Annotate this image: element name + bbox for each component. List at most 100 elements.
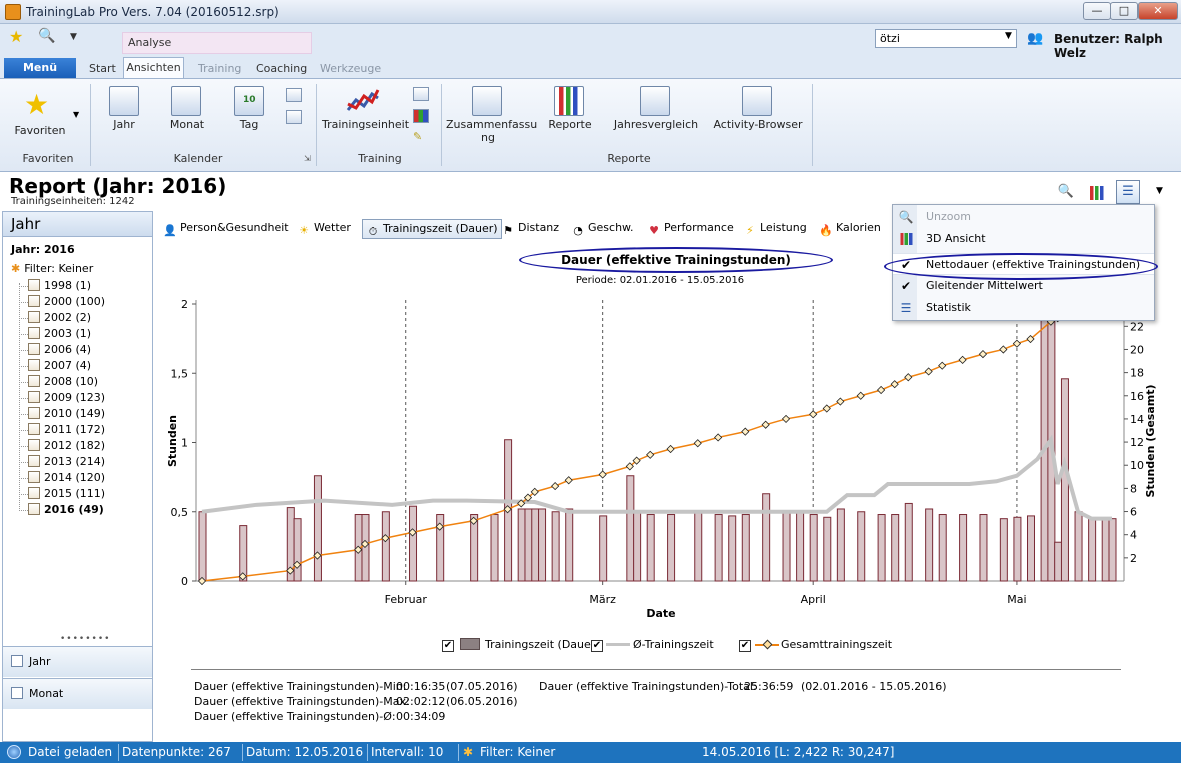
bar [741,514,750,582]
menu-item-3d[interactable]: 3D Ansicht [893,228,1154,250]
bar [239,525,248,582]
menu-item-label: 3D Ansicht [926,232,986,245]
status-filter: Filter: Keiner [480,745,556,759]
total-point [877,385,886,395]
bar [1074,511,1083,582]
bar [626,475,635,582]
y2-tick-label: 4 [1130,529,1137,542]
bar [891,514,900,582]
chart-title: Dauer (effektive Trainingstunden) [519,247,833,273]
y-tick-label: 1 [181,437,188,450]
x-tick-label: April [801,593,826,606]
bar [198,511,207,582]
total-point [666,444,675,454]
status-file: Datei geladen [28,745,113,759]
legend-check-total[interactable]: ✔ [739,638,751,652]
bar [714,514,723,582]
total-point [564,476,573,485]
check-icon: ✔ [591,640,603,652]
bar [728,515,737,582]
legend-check-trainingszeit[interactable]: ✔ [442,638,454,652]
bar [762,493,771,582]
avg-line [201,434,1112,521]
bar [694,511,703,582]
menu-item-statistik[interactable]: ☰ Statistik [893,297,1154,319]
menu-item-label: Statistik [926,301,971,314]
stat-max-value: 02:02:12 [396,695,446,708]
total-point [836,397,845,406]
total-point [938,361,947,370]
filter-icon: ✱ [463,745,474,759]
total-point [646,450,655,459]
status-separator [458,744,459,761]
highlight-ellipse [884,253,1158,280]
bar [633,511,642,582]
check-icon: ✔ [442,640,454,652]
status-separator [242,744,243,761]
status-separator [118,744,119,761]
total-point [822,404,831,413]
bar [782,511,791,582]
stat-total-range: (02.01.2016 - 15.05.2016) [801,680,947,693]
y2-tick-label: 22 [1130,320,1144,333]
y2-tick-label: 20 [1130,343,1144,356]
y2-tick-label: 18 [1130,367,1144,380]
y-tick-label: 1,5 [171,367,189,380]
stats-divider [191,669,1121,670]
menu-item-label: Unzoom [926,210,971,223]
y2-tick-label: 2 [1130,552,1137,565]
y2-tick-label: 12 [1130,436,1144,449]
y2-tick-label: 16 [1130,390,1144,403]
bar [1101,518,1110,582]
stat-avg-value: 00:34:09 [396,710,446,723]
bar [938,514,947,582]
y2-axis-label: Stunden (Gesamt) [1144,384,1157,497]
stat-max-label: Dauer (effektive Trainingstunden)-Max: [194,695,410,708]
total-point [890,380,899,389]
legend-swatch-bar [460,638,480,650]
bar [1108,518,1117,582]
total-point [551,481,560,491]
total-point [1012,339,1022,348]
total-point [761,420,770,429]
legend-swatch-avg [606,643,630,646]
bar [409,505,418,582]
total-point [958,355,967,364]
bar [381,511,390,582]
bar [1088,518,1097,582]
total-point [856,391,865,400]
stat-total-value: 25:36:59 [744,680,794,693]
total-point [693,439,702,448]
stat-min-date: (07.05.2016) [446,680,518,693]
bar [531,508,540,582]
bar [646,514,655,582]
bar [293,518,302,582]
bar [470,514,479,582]
y-tick-label: 0 [181,575,188,588]
bar [857,511,866,582]
bar [999,518,1008,582]
legend-check-avg[interactable]: ✔ [591,638,603,652]
bar [1054,541,1063,582]
check-icon: ✔ [739,640,751,652]
bar [1027,515,1036,582]
y2-tick-label: 10 [1130,459,1144,472]
globe-icon [7,745,21,759]
bar [836,508,845,582]
total-point [714,433,723,442]
total-point [598,470,607,479]
total-point [924,367,933,376]
legend-label-total: Gesamttrainingszeit [781,638,893,651]
x-axis-label: Date [646,607,675,620]
bar [667,514,676,582]
status-interval: Intervall: 10 [371,745,444,759]
bar [904,502,913,582]
menu-item-unzoom[interactable]: 🔍 Unzoom [893,206,1154,228]
total-point [978,349,988,359]
total-point [809,410,818,419]
bar [925,508,934,582]
y2-tick-label: 14 [1130,413,1144,426]
bar [877,514,886,582]
bar [313,475,322,582]
x-tick-label: März [589,593,616,606]
